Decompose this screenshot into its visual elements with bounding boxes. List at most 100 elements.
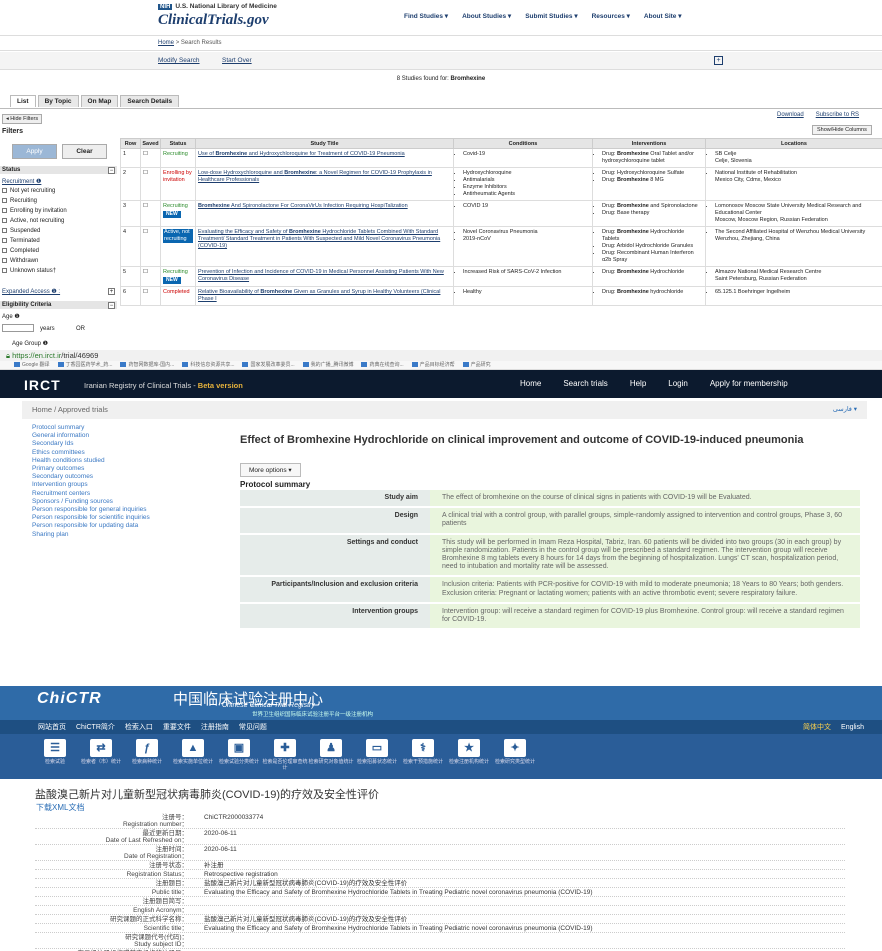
search-category-button[interactable]: ƒ 检索病种统计 xyxy=(124,734,170,779)
download-xml-link[interactable]: 下载XML文档 xyxy=(36,802,84,813)
save-checkbox[interactable]: ☐ xyxy=(143,203,148,209)
save-checkbox[interactable]: ☐ xyxy=(143,229,148,235)
col-status[interactable]: Status xyxy=(160,138,196,149)
chictr-nav-faq[interactable]: 常见问题 xyxy=(239,722,267,732)
bookmark-item[interactable]: Google 翻译 xyxy=(22,362,50,368)
start-over-link[interactable]: Start Over xyxy=(222,57,252,64)
ct-logo[interactable]: ClinicalTrials.gov xyxy=(158,12,269,29)
chictr-nav-search[interactable]: 检索入口 xyxy=(125,722,153,732)
study-title-link[interactable]: Use of Bromhexine and Hydroxychloroquine… xyxy=(195,148,454,168)
bookmark-item[interactable]: 丁香园医药学术_药... xyxy=(66,362,113,368)
nav-submit-studies[interactable]: Submit Studies ▾ xyxy=(525,12,577,20)
col-study-title[interactable]: Study Title xyxy=(195,138,454,149)
irct-nav-search[interactable]: Search trials xyxy=(563,379,607,388)
lang-chinese[interactable]: 简体中文 xyxy=(803,722,831,732)
show-hide-columns-button[interactable]: Show/Hide Columns xyxy=(812,125,872,135)
table-row[interactable]: 1 ☐ Recruiting Use of Bromhexine and Hydrox… xyxy=(120,148,882,168)
table-row[interactable]: 2 ☐ Enrolling by invitation Low-dose Hydrox… xyxy=(120,167,882,201)
irct-nav-home[interactable]: Home xyxy=(520,379,541,388)
study-title-link[interactable]: Prevention of Infection and Incidence of… xyxy=(195,266,454,287)
study-title-link[interactable]: Relative Bioavailability of Bromhexine G… xyxy=(195,286,454,306)
status-option[interactable]: Unknown status† xyxy=(2,268,56,274)
search-category-button[interactable]: ▣ 检索试验分类统计 xyxy=(216,734,262,779)
section-nav-link[interactable]: Ethics committees xyxy=(32,449,150,457)
status-option[interactable]: Not yet recruiting xyxy=(2,188,55,194)
section-nav-link[interactable]: Primary outcomes xyxy=(32,465,150,473)
status-option[interactable]: Enrolling by invitation xyxy=(2,208,67,214)
save-checkbox[interactable]: ☐ xyxy=(143,289,148,295)
bookmark-item[interactable]: 产品目标经济帮 xyxy=(420,362,455,368)
download-link[interactable]: Download xyxy=(777,112,804,118)
col-conditions[interactable]: Conditions xyxy=(453,138,593,149)
tab-search-details[interactable]: Search Details xyxy=(120,95,180,107)
irct-logo[interactable]: IRCT xyxy=(24,377,61,393)
bookmark-item[interactable]: 药典在线查询... xyxy=(369,362,403,368)
tab-on-map[interactable]: On Map xyxy=(80,95,119,107)
nav-find-studies[interactable]: Find Studies ▾ xyxy=(404,12,448,20)
search-category-button[interactable]: ⇄ 检索者（市）统计 xyxy=(78,734,124,779)
section-nav-link[interactable]: Recruitment centers xyxy=(32,490,150,498)
col-interventions[interactable]: Interventions xyxy=(592,138,706,149)
bookmark-item[interactable]: 我的广播_腾讯微博 xyxy=(311,362,354,368)
save-checkbox[interactable]: ☐ xyxy=(143,269,148,275)
table-row[interactable]: 4 ☐ Active, not recruiting Evaluating the E… xyxy=(120,226,882,267)
section-nav-link[interactable]: Sharing plan xyxy=(32,531,150,539)
search-category-button[interactable]: ✚ 检索是否伦理审查统计 xyxy=(262,734,308,779)
chictr-nav-docs[interactable]: 重要文件 xyxy=(163,722,191,732)
search-category-button[interactable]: ★ 检索注册机构统计 xyxy=(446,734,492,779)
irct-nav-login[interactable]: Login xyxy=(668,379,688,388)
search-category-button[interactable]: ⚕ 检索干预措施统计 xyxy=(400,734,446,779)
study-title-link[interactable]: Low-dose Hydroxychloroquine and Bromhexi… xyxy=(195,167,454,201)
section-nav-link[interactable]: General information xyxy=(32,432,150,440)
col-row[interactable]: Row xyxy=(120,138,141,149)
lang-english[interactable]: English xyxy=(841,724,864,731)
status-option[interactable]: Terminated xyxy=(2,238,40,244)
status-option[interactable]: Active, not recruiting xyxy=(2,218,64,224)
bookmark-item[interactable]: 产品研究 xyxy=(471,362,491,368)
more-options-button[interactable]: More options ▾ xyxy=(240,463,301,477)
section-nav-link[interactable]: Secondary outcomes xyxy=(32,473,150,481)
irct-breadcrumb-text[interactable]: Home / Approved trials xyxy=(32,405,108,414)
search-category-button[interactable]: ▲ 检索实施单位统计 xyxy=(170,734,216,779)
search-category-button[interactable]: ▭ 检索招募状态统计 xyxy=(354,734,400,779)
tab-list[interactable]: List xyxy=(10,95,36,107)
study-title-link[interactable]: Bromhexine And Spironolactone For Corona… xyxy=(195,200,454,227)
study-title-link[interactable]: Evaluating the Efficacy and Safety of Br… xyxy=(195,226,454,267)
search-category-button[interactable]: ✦ 检索研究类型统计 xyxy=(492,734,538,779)
search-category-button[interactable]: ♟ 检索研究对象值统计 xyxy=(308,734,354,779)
crumb-home[interactable]: Home xyxy=(158,40,174,46)
expanded-access-link[interactable]: Expanded Access ❶ : xyxy=(2,288,60,295)
chictr-logo[interactable]: ChiCTR xyxy=(37,690,102,708)
status-collapse-icon[interactable]: − xyxy=(108,167,115,174)
irct-nav-help[interactable]: Help xyxy=(630,379,646,388)
chictr-nav-about[interactable]: ChiCTR简介 xyxy=(76,722,115,732)
chictr-nav-home[interactable]: 网站首页 xyxy=(38,722,66,732)
hide-filters-button[interactable]: ◂ Hide Filters xyxy=(2,114,43,124)
browser-address-bar[interactable]: 🔒︎ https://en.irct.ir/trial/46969 xyxy=(0,350,882,361)
table-row[interactable]: 3 ☐ Recruiting NEW Bromhexine And Spironolac… xyxy=(120,200,882,227)
modify-search-link[interactable]: Modify Search xyxy=(158,57,200,64)
expanded-access-toggle-icon[interactable]: + xyxy=(108,288,115,295)
table-row[interactable]: 6 ☐ Completed Relative Bioavailability of B… xyxy=(120,286,882,306)
section-nav-link[interactable]: Sponsors / Funding sources xyxy=(32,498,150,506)
section-nav-link[interactable]: Intervention groups xyxy=(32,481,150,489)
bookmark-item[interactable]: 药智网数据库-国内... xyxy=(128,362,174,368)
status-option[interactable]: Recruiting xyxy=(2,198,37,204)
expand-plus-icon[interactable]: + xyxy=(714,56,723,65)
status-option[interactable]: Withdrawn xyxy=(2,258,38,264)
bookmark-item[interactable]: 科技信息资源共享... xyxy=(190,362,234,368)
col-locations[interactable]: Locations xyxy=(705,138,882,149)
status-option[interactable]: Completed xyxy=(2,248,39,254)
bookmark-item[interactable]: 国家发展改革委员... xyxy=(250,362,294,368)
irct-nav-apply[interactable]: Apply for membership xyxy=(710,379,788,388)
section-nav-link[interactable]: Health conditions studied xyxy=(32,457,150,465)
section-nav-link[interactable]: Secondary Ids xyxy=(32,440,150,448)
nav-resources[interactable]: Resources ▾ xyxy=(592,12,630,20)
subscribe-link[interactable]: Subscribe to RS xyxy=(816,112,859,118)
status-option[interactable]: Suspended xyxy=(2,228,40,234)
search-category-button[interactable]: ☰ 检索试验 xyxy=(32,734,78,779)
language-switch[interactable]: فارسی ▾ xyxy=(833,401,857,419)
save-checkbox[interactable]: ☐ xyxy=(143,170,148,176)
table-row[interactable]: 5 ☐ Recruiting NEW Prevention of Infection a… xyxy=(120,266,882,287)
chictr-nav-guide[interactable]: 注册指南 xyxy=(201,722,229,732)
